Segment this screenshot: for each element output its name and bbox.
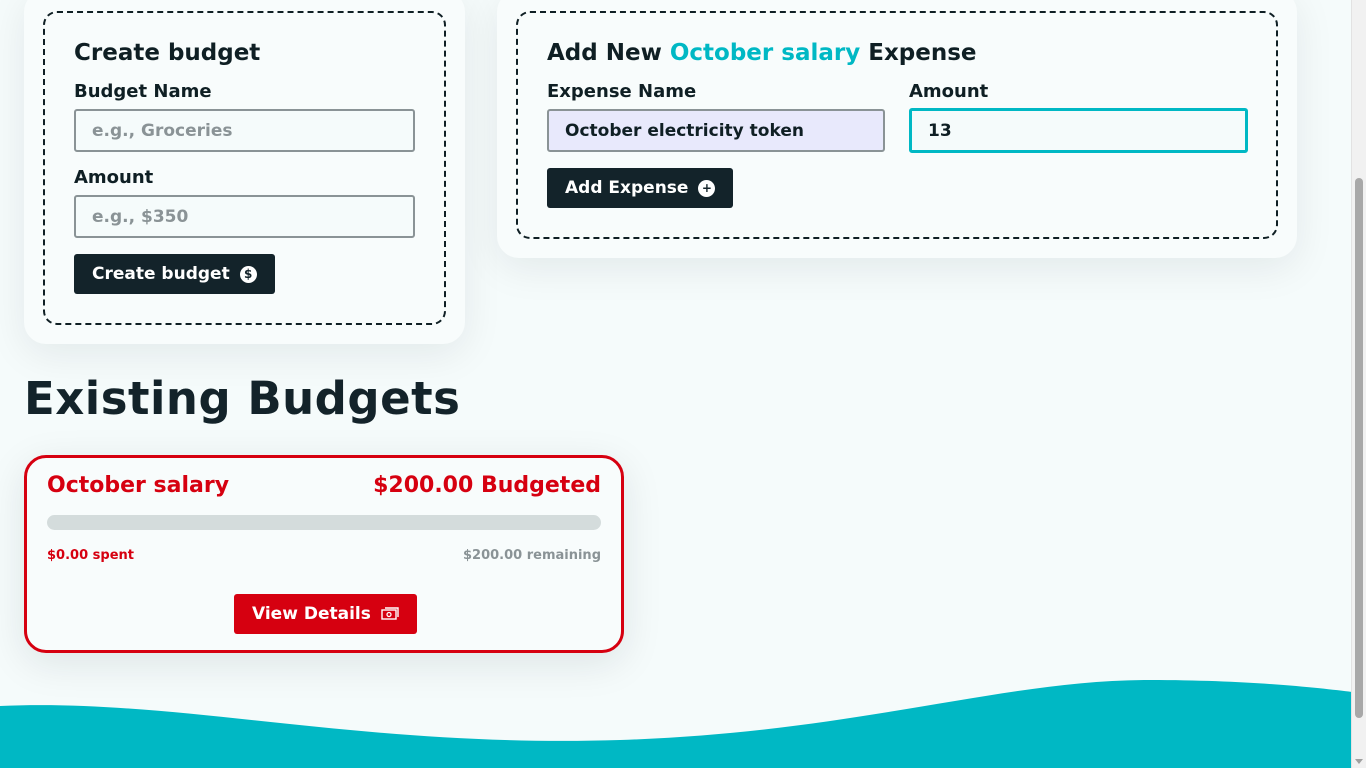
create-budget-button[interactable]: Create budget $ [74,254,275,294]
footer-wave [0,680,1352,768]
expense-amount-label: Amount [909,81,989,102]
budget-amount-input[interactable] [74,195,415,238]
budget-card-amount: $200.00 Budgeted [373,473,601,498]
expense-amount-input[interactable] [909,108,1248,153]
page: Create budget Budget Name Amount Create … [0,0,1366,768]
budget-name-label: Budget Name [74,81,212,102]
budget-remaining: $200.00 remaining [462,548,601,563]
page-scrollbar[interactable] [1351,0,1366,768]
create-budget-button-label: Create budget [92,264,230,284]
view-details-button[interactable]: View Details [234,594,417,634]
existing-budgets-heading: Existing Budgets [24,372,461,425]
add-expense-budget-name: October salary [669,40,861,66]
budget-card-name: October salary [47,473,230,498]
expense-name-label: Expense Name [547,81,697,102]
scroll-down-arrow-icon[interactable] [1355,759,1363,764]
add-expense-title-suffix: Expense [868,40,977,66]
view-details-button-label: View Details [252,604,371,624]
add-expense-button[interactable]: Add Expense + [547,168,734,208]
money-bill-icon [381,607,399,620]
add-expense-title: Add New October salary Expense [547,40,977,66]
create-budget-form: Create budget Budget Name Amount Create … [43,11,446,325]
scrollbar-thumb[interactable] [1355,178,1363,718]
budget-name-input[interactable] [74,109,415,152]
add-expense-title-prefix: Add New [547,40,662,66]
plus-circle-icon: + [698,179,716,197]
budget-amount-label: Amount [74,167,154,188]
create-budget-card: Create budget Budget Name Amount Create … [24,0,465,344]
budget-spent: $0.00 spent [47,548,134,563]
add-expense-button-label: Add Expense [565,178,689,198]
budget-card: October salary $200.00 Budgeted $0.00 sp… [24,455,624,653]
budget-progress-bar [47,515,601,530]
add-expense-form: Add New October salary Expense Expense N… [516,11,1278,239]
dollar-circle-icon: $ [239,265,257,283]
create-budget-title: Create budget [74,40,261,66]
expense-name-input[interactable] [547,109,885,152]
add-expense-card: Add New October salary Expense Expense N… [497,0,1297,258]
